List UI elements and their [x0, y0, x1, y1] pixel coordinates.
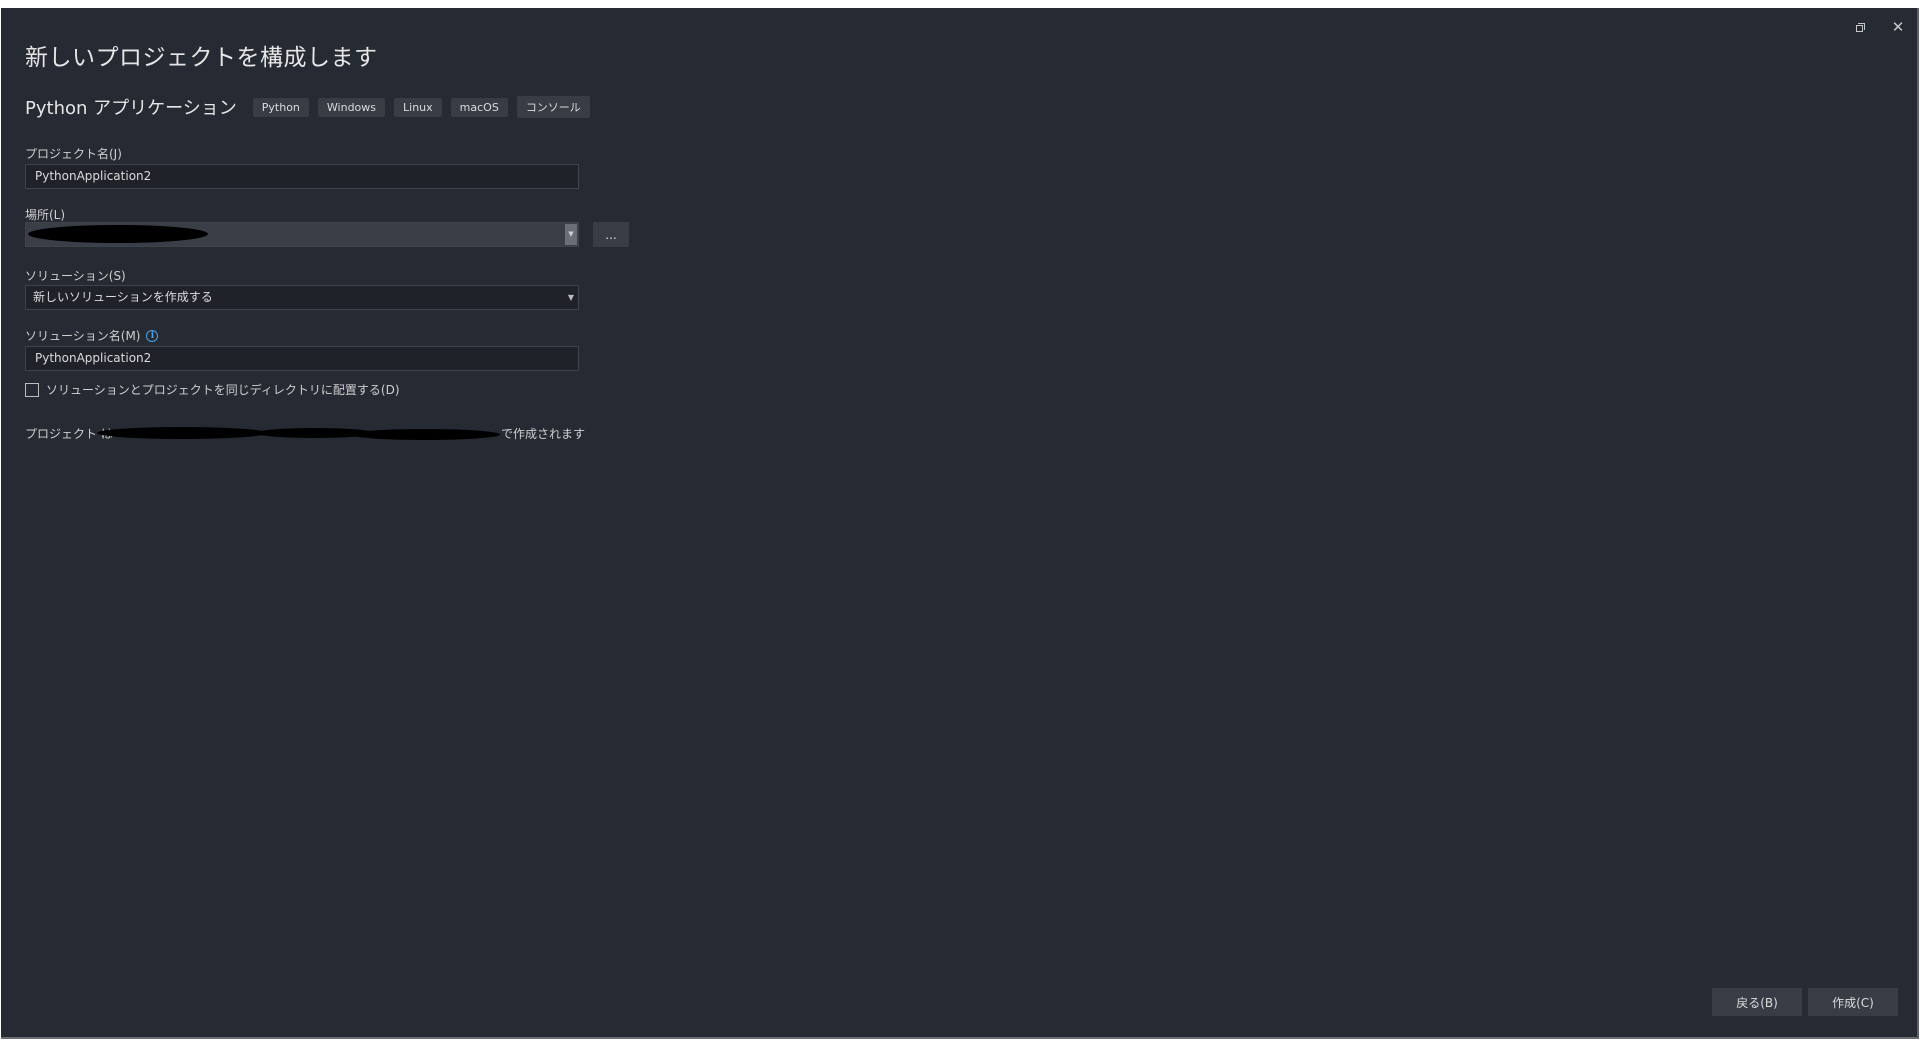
create-button[interactable]: 作成(C): [1808, 988, 1898, 1016]
solution-label: ソリューション(S): [25, 269, 126, 283]
location-dropdown-arrow-icon[interactable]: ▼: [565, 224, 577, 245]
tag-macos: macOS: [450, 97, 508, 117]
redaction-mark: [28, 225, 208, 243]
project-name-input[interactable]: PythonApplication2: [25, 164, 579, 189]
template-name: Python アプリケーション: [25, 98, 237, 119]
close-button[interactable]: ✕: [1885, 14, 1911, 40]
location-label: 場所(L): [25, 208, 66, 222]
template-header: Python アプリケーション Python Windows Linux mac…: [25, 94, 599, 120]
solution-value: 新しいソリューションを作成する: [33, 290, 213, 304]
tag-console: コンソール: [516, 96, 590, 118]
solution-dropdown-arrow-icon: ▼: [567, 293, 574, 302]
tag-windows: Windows: [317, 97, 386, 117]
solution-name-input[interactable]: PythonApplication2: [25, 346, 579, 371]
back-button[interactable]: 戻る(B): [1712, 988, 1802, 1016]
page-title: 新しいプロジェクトを構成します: [25, 45, 378, 71]
browse-button[interactable]: ...: [593, 222, 629, 247]
solution-combo[interactable]: 新しいソリューションを作成する ▼: [25, 285, 579, 310]
same-directory-row[interactable]: ソリューションとプロジェクトを同じディレクトリに配置する(D): [25, 381, 400, 398]
info-icon[interactable]: i: [146, 329, 159, 342]
same-directory-label: ソリューションとプロジェクトを同じディレクトリに配置する(D): [46, 383, 400, 397]
restore-button[interactable]: [1847, 14, 1873, 40]
dialog-window: ✕ 新しいプロジェクトを構成します Python アプリケーション Python…: [1, 8, 1919, 1039]
tag-python: Python: [252, 97, 309, 117]
solution-name-label-row: ソリューション名(M) i: [25, 327, 159, 344]
restore-icon: [1855, 22, 1865, 32]
close-icon: ✕: [1891, 17, 1905, 36]
redaction-mark: [350, 429, 500, 440]
same-directory-checkbox[interactable]: [25, 382, 39, 397]
summary-suffix: で作成されます: [501, 427, 586, 441]
project-path-summary: プロジェクト は で作成されます: [25, 425, 585, 447]
location-combo[interactable]: ▼: [25, 222, 579, 247]
solution-name-label: ソリューション名(M): [25, 329, 141, 343]
tag-linux: Linux: [394, 97, 442, 117]
redaction-mark: [97, 427, 267, 439]
project-name-label: プロジェクト名(J): [25, 147, 122, 161]
